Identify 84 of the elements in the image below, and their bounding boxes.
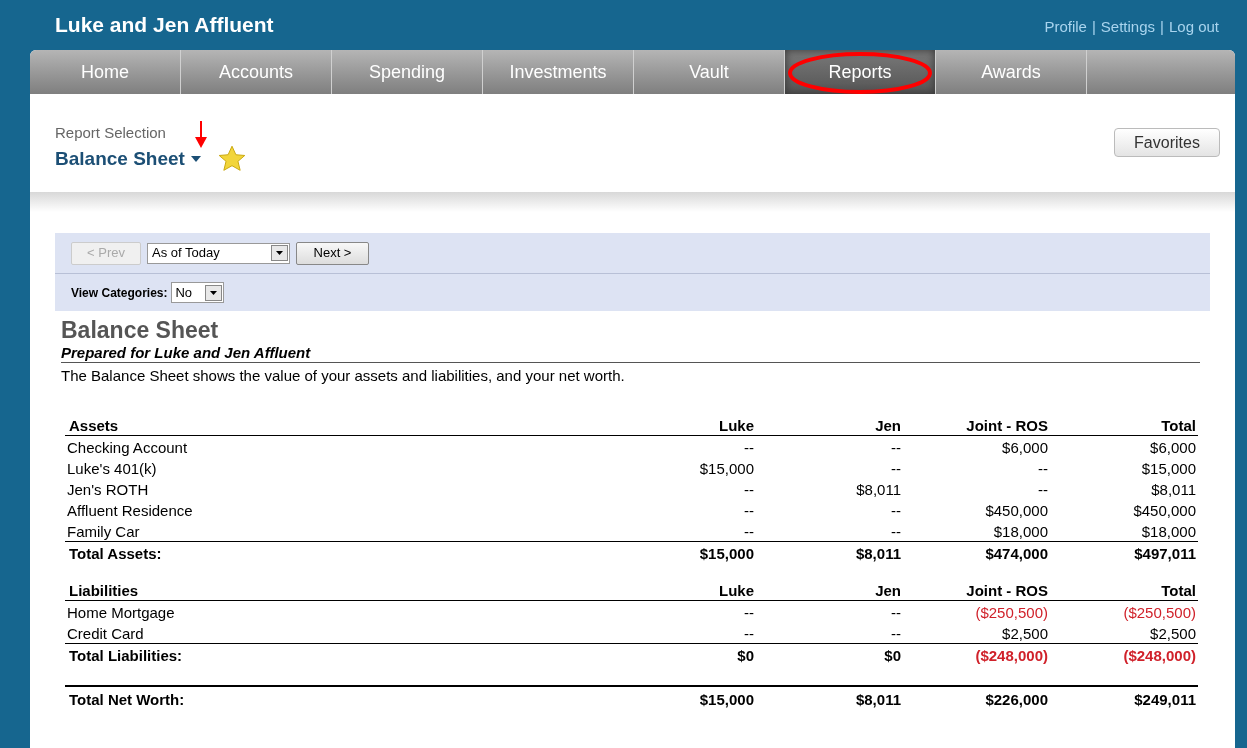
table-cell-text: $15,000 (698, 690, 755, 709)
table-cell-text: ($248,000) (974, 646, 1049, 665)
table-cell-text: ($248,000) (1122, 646, 1197, 665)
link-separator: | (1160, 16, 1164, 37)
nav-tab[interactable]: Home (30, 50, 181, 94)
table-cell-text: Total Net Worth: (68, 690, 186, 709)
table-cell-text: -- (743, 438, 755, 457)
report-title: Balance Sheet (61, 317, 220, 344)
table-cell-text: -- (890, 522, 902, 541)
table-cell-text: Total Liabilities: (68, 646, 184, 665)
table-cell-text: $226,000 (984, 690, 1049, 709)
table-cell-text: $6,000 (1149, 438, 1197, 457)
next-button[interactable]: Next > (296, 241, 369, 265)
column-header: Jen (874, 581, 902, 600)
table-cell-text: $0 (736, 646, 755, 665)
table-cell-text: $8,011 (855, 480, 902, 499)
header-link[interactable]: Profile (1044, 15, 1087, 39)
column-header: Luke (718, 416, 755, 435)
period-select[interactable]: As of Today (147, 242, 290, 264)
table-cell-text: $450,000 (984, 501, 1049, 520)
table-cell-text: -- (890, 438, 902, 457)
table-cell-text: Credit Card (66, 624, 145, 643)
table-cell-text: $450,000 (1132, 501, 1197, 520)
report-selection-label: Report Selection (55, 123, 167, 143)
table-cell-text: Jen's ROTH (66, 480, 150, 499)
nav-tab[interactable]: Accounts (181, 50, 332, 94)
table-cell-text: $18,000 (992, 522, 1049, 541)
table-cell-text: -- (743, 501, 755, 520)
column-header: Total (1160, 416, 1197, 435)
app-title: Luke and Jen Affluent (55, 12, 274, 39)
table-cell-text: -- (743, 624, 755, 643)
table-cell-text: $6,000 (1001, 438, 1049, 457)
link-separator: | (1091, 16, 1096, 37)
table-cell-text: $8,011 (854, 690, 902, 709)
view-categories-label: View Categories: (71, 284, 168, 302)
table-cell-text: $15,000 (698, 544, 755, 563)
nav-tab[interactable]: Spending (332, 50, 483, 94)
table-cell-text: $8,011 (1150, 480, 1197, 499)
table-cell-text: ($250,500) (974, 603, 1049, 622)
table-cell-text: $497,011 (1133, 544, 1197, 563)
table-cell-text: Luke's 401(k) (66, 459, 158, 478)
table-cell-text: -- (890, 459, 902, 478)
table-cell-text: -- (743, 522, 755, 541)
report-description: The Balance Sheet shows the value of your assets and liabilities, and your net worth. (61, 366, 626, 386)
table-cell-text: Total Assets: (68, 544, 163, 563)
header-link[interactable]: Settings (1100, 15, 1156, 39)
header-link[interactable]: Log out (1168, 15, 1219, 39)
table-cell-text: $474,000 (984, 544, 1049, 563)
column-header: Jen (874, 416, 902, 435)
table-cell-text: Affluent Residence (66, 501, 194, 520)
view-categories-select[interactable]: No (171, 282, 225, 303)
table-cell-text: $15,000 (1140, 459, 1197, 478)
column-header: Assets (68, 416, 120, 435)
table-cell-text: $18,000 (1140, 522, 1197, 541)
table-cell-text: $2,500 (1149, 624, 1197, 643)
table-cell-text: $8,011 (854, 544, 902, 563)
nav-tab[interactable]: Reports (785, 50, 936, 94)
table-cell-text: -- (743, 480, 755, 499)
table-cell-text: -- (1037, 480, 1049, 499)
column-header: Luke (718, 581, 755, 600)
table-cell-text: Family Car (66, 522, 141, 541)
table-cell-text: ($250,500) (1122, 603, 1197, 622)
table-cell-text: -- (890, 624, 902, 643)
column-header: Total (1160, 581, 1197, 600)
table-cell-text: $15,000 (698, 459, 755, 478)
star-icon[interactable] (216, 144, 247, 173)
column-header: Liabilities (68, 581, 140, 600)
column-header: Joint - ROS (965, 416, 1049, 435)
table-cell-text: Home Mortgage (66, 603, 176, 622)
nav-tab[interactable]: Investments (483, 50, 634, 94)
nav-tab[interactable]: Awards (936, 50, 1087, 94)
table-cell-text: -- (743, 603, 755, 622)
table-cell-text: -- (1037, 459, 1049, 478)
favorites-button[interactable]: Favorites (1114, 128, 1220, 157)
table-cell-text: $2,500 (1001, 624, 1049, 643)
table-cell-text: -- (890, 603, 902, 622)
table-cell-text: -- (890, 501, 902, 520)
caret-icon (190, 155, 201, 162)
table-cell-text: Checking Account (66, 438, 189, 457)
table-cell-text: $0 (883, 646, 902, 665)
report-dropdown[interactable]: Balance Sheet (55, 144, 201, 173)
table-cell-text: $249,011 (1133, 690, 1197, 709)
column-header: Joint - ROS (965, 581, 1049, 600)
report-subtitle: Prepared for Luke and Jen Affluent (61, 344, 1200, 363)
